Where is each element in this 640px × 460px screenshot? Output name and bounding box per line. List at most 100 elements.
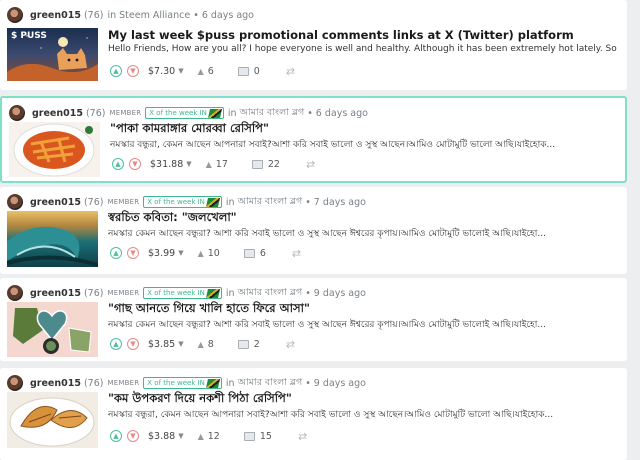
comments-count[interactable]: 2	[237, 339, 260, 350]
post-age[interactable]: 7 days ago	[314, 197, 366, 208]
votes-count[interactable]: ▲ 12	[198, 431, 220, 442]
in-label: in	[107, 9, 117, 21]
badge-text: X of the week IN	[149, 109, 207, 117]
badge-text: X of the week IN	[147, 289, 205, 297]
comments-count[interactable]: 15	[243, 431, 272, 442]
post-age[interactable]: 6 days ago	[202, 10, 254, 21]
flag-icon	[205, 378, 220, 388]
separator-dot: •	[307, 107, 313, 119]
community-link[interactable]: আমার বাংলা ব্লগ	[238, 376, 303, 391]
author-name[interactable]: green015	[30, 288, 81, 299]
post-age[interactable]: 9 days ago	[314, 378, 366, 389]
comments-count[interactable]: 22	[251, 158, 280, 170]
votes-count[interactable]: ▲ 6	[198, 66, 214, 77]
member-label: MEMBER	[107, 289, 140, 297]
post-thumbnail[interactable]	[7, 302, 98, 357]
chevron-up-small-icon: ▲	[205, 159, 212, 169]
chevron-up-small-icon: ▲	[197, 339, 204, 349]
upvote-button[interactable]: ▲	[110, 65, 122, 77]
chevron-up-icon: ▲	[113, 66, 119, 75]
author-avatar[interactable]	[7, 194, 23, 210]
post-title[interactable]: My last week $puss promotional comments …	[108, 28, 620, 42]
post-feed: green015 (76) in Steem Alliance • 6 days…	[0, 0, 640, 460]
upvote-button[interactable]: ▲	[112, 158, 124, 170]
votes-count[interactable]: ▲ 8	[198, 339, 214, 350]
comment-icon	[237, 66, 249, 76]
flag-icon	[205, 288, 220, 298]
votes-count[interactable]: ▲ 10	[198, 248, 220, 259]
author-avatar[interactable]	[9, 105, 25, 121]
payout-dropdown-icon[interactable]: ▼	[178, 249, 183, 257]
thumbnail-image	[7, 226, 98, 267]
comments-count[interactable]: 0	[237, 66, 260, 77]
comments-count[interactable]: 6	[243, 247, 266, 259]
payout-amount[interactable]: $3.88	[148, 431, 175, 442]
payout-dropdown-icon[interactable]: ▼	[178, 432, 183, 440]
separator-dot: •	[305, 377, 311, 389]
comments-count-value: 22	[267, 158, 280, 170]
payout-amount[interactable]: $3.99	[148, 248, 175, 259]
upvote-button[interactable]: ▲	[110, 430, 122, 442]
community-link[interactable]: Steem Alliance	[119, 10, 190, 21]
chevron-up-small-icon: ▲	[197, 248, 204, 258]
payout-dropdown-icon[interactable]: ▼	[178, 67, 183, 75]
post-card[interactable]: green015 (76) MEMBER X of the week IN in…	[0, 278, 627, 361]
post-card[interactable]: green015 (76) MEMBER X of the week IN in…	[0, 187, 627, 274]
post-excerpt[interactable]: নমস্কার বন্ধুরা, কেমন আছেন আপনারা সবাই?আ…	[110, 137, 622, 152]
community-link[interactable]: আমার বাংলা ব্লগ	[238, 195, 303, 210]
post-excerpt[interactable]: নমস্কার কেমন আছেন বন্ধুরা? আশা করি সবাই …	[108, 226, 620, 241]
payout-amount[interactable]: $31.88	[150, 159, 183, 170]
post-age[interactable]: 6 days ago	[316, 108, 368, 119]
post-excerpt[interactable]: নমস্কার কেমন আছেন বন্ধুরা? আশা করি সবাই …	[108, 317, 620, 332]
comment-icon	[251, 159, 263, 169]
community-badge: X of the week IN	[143, 196, 222, 208]
downvote-button[interactable]: ▼	[129, 158, 141, 170]
chevron-down-icon: ▼	[130, 339, 136, 348]
post-thumbnail[interactable]: $ PUSS	[7, 28, 98, 81]
votes-count[interactable]: ▲ 17	[206, 159, 228, 170]
post-excerpt[interactable]: নমস্কার বন্ধুরা, কেমন আছেন আপনারা সবাই?আ…	[108, 407, 620, 422]
post-actions: ▲ ▼ $3.99 ▼ ▲ 10 6 ⇄	[110, 246, 301, 260]
comment-icon	[237, 339, 249, 349]
payout-amount[interactable]: $7.30	[148, 66, 175, 77]
downvote-button[interactable]: ▼	[127, 247, 139, 259]
reblog-icon[interactable]: ⇄	[306, 158, 315, 171]
post-card[interactable]: green015 (76) MEMBER X of the week IN in…	[0, 96, 627, 183]
reblog-icon[interactable]: ⇄	[286, 65, 295, 78]
author-avatar[interactable]	[7, 7, 23, 23]
author-name[interactable]: green015	[30, 10, 81, 21]
author-name[interactable]: green015	[30, 378, 81, 389]
post-card[interactable]: green015 (76) MEMBER X of the week IN in…	[0, 368, 627, 460]
community-link[interactable]: আমার বাংলা ব্লগ	[238, 286, 303, 301]
downvote-button[interactable]: ▼	[127, 338, 139, 350]
post-age[interactable]: 9 days ago	[314, 288, 366, 299]
author-reputation: (76)	[83, 377, 104, 389]
downvote-button[interactable]: ▼	[127, 430, 139, 442]
separator-dot: •	[193, 9, 199, 21]
author-name[interactable]: green015	[32, 108, 83, 119]
payout-amount[interactable]: $3.85	[148, 339, 175, 350]
payout-dropdown-icon[interactable]: ▼	[178, 340, 183, 348]
comments-count-value: 6	[259, 247, 266, 259]
badge-text: X of the week IN	[147, 379, 205, 387]
post-excerpt[interactable]: Hello Friends, How are you all? I hope e…	[108, 44, 620, 54]
reblog-icon[interactable]: ⇄	[298, 430, 307, 443]
in-label: in	[225, 196, 235, 208]
author-avatar[interactable]	[7, 285, 23, 301]
upvote-button[interactable]: ▲	[110, 338, 122, 350]
community-link[interactable]: আমার বাংলা ব্লগ	[240, 106, 305, 121]
post-thumbnail[interactable]	[7, 392, 98, 448]
payout-dropdown-icon[interactable]: ▼	[186, 160, 191, 168]
upvote-button[interactable]: ▲	[110, 247, 122, 259]
votes-count-value: 10	[207, 247, 220, 259]
reblog-icon[interactable]: ⇄	[286, 338, 295, 351]
author-avatar[interactable]	[7, 375, 23, 391]
author-name[interactable]: green015	[30, 197, 81, 208]
reblog-icon[interactable]: ⇄	[292, 247, 301, 260]
post-thumbnail[interactable]	[7, 211, 98, 267]
author-reputation: (76)	[83, 9, 104, 21]
downvote-button[interactable]: ▼	[127, 65, 139, 77]
post-card[interactable]: green015 (76) in Steem Alliance • 6 days…	[0, 0, 627, 90]
member-label: MEMBER	[107, 198, 140, 206]
post-thumbnail[interactable]	[9, 122, 100, 177]
